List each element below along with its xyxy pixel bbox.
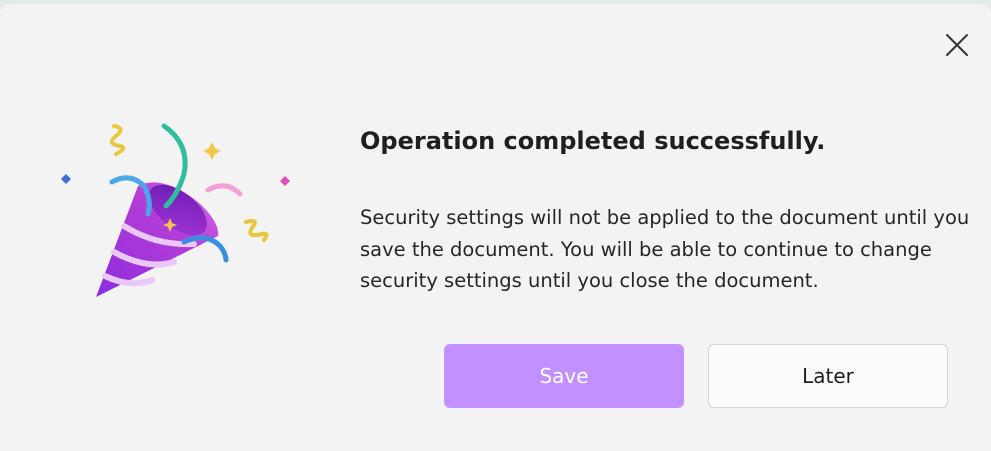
dialog-title: Operation completed successfully. [360,127,826,155]
success-dialog: Operation completed successfully. Securi… [0,4,991,451]
dialog-message: Security settings will not be applied to… [360,206,970,292]
party-popper-icon [61,123,290,297]
close-icon [946,34,968,56]
later-button[interactable]: Later [708,344,948,408]
save-button[interactable]: Save [444,344,684,408]
close-button[interactable] [938,26,976,64]
